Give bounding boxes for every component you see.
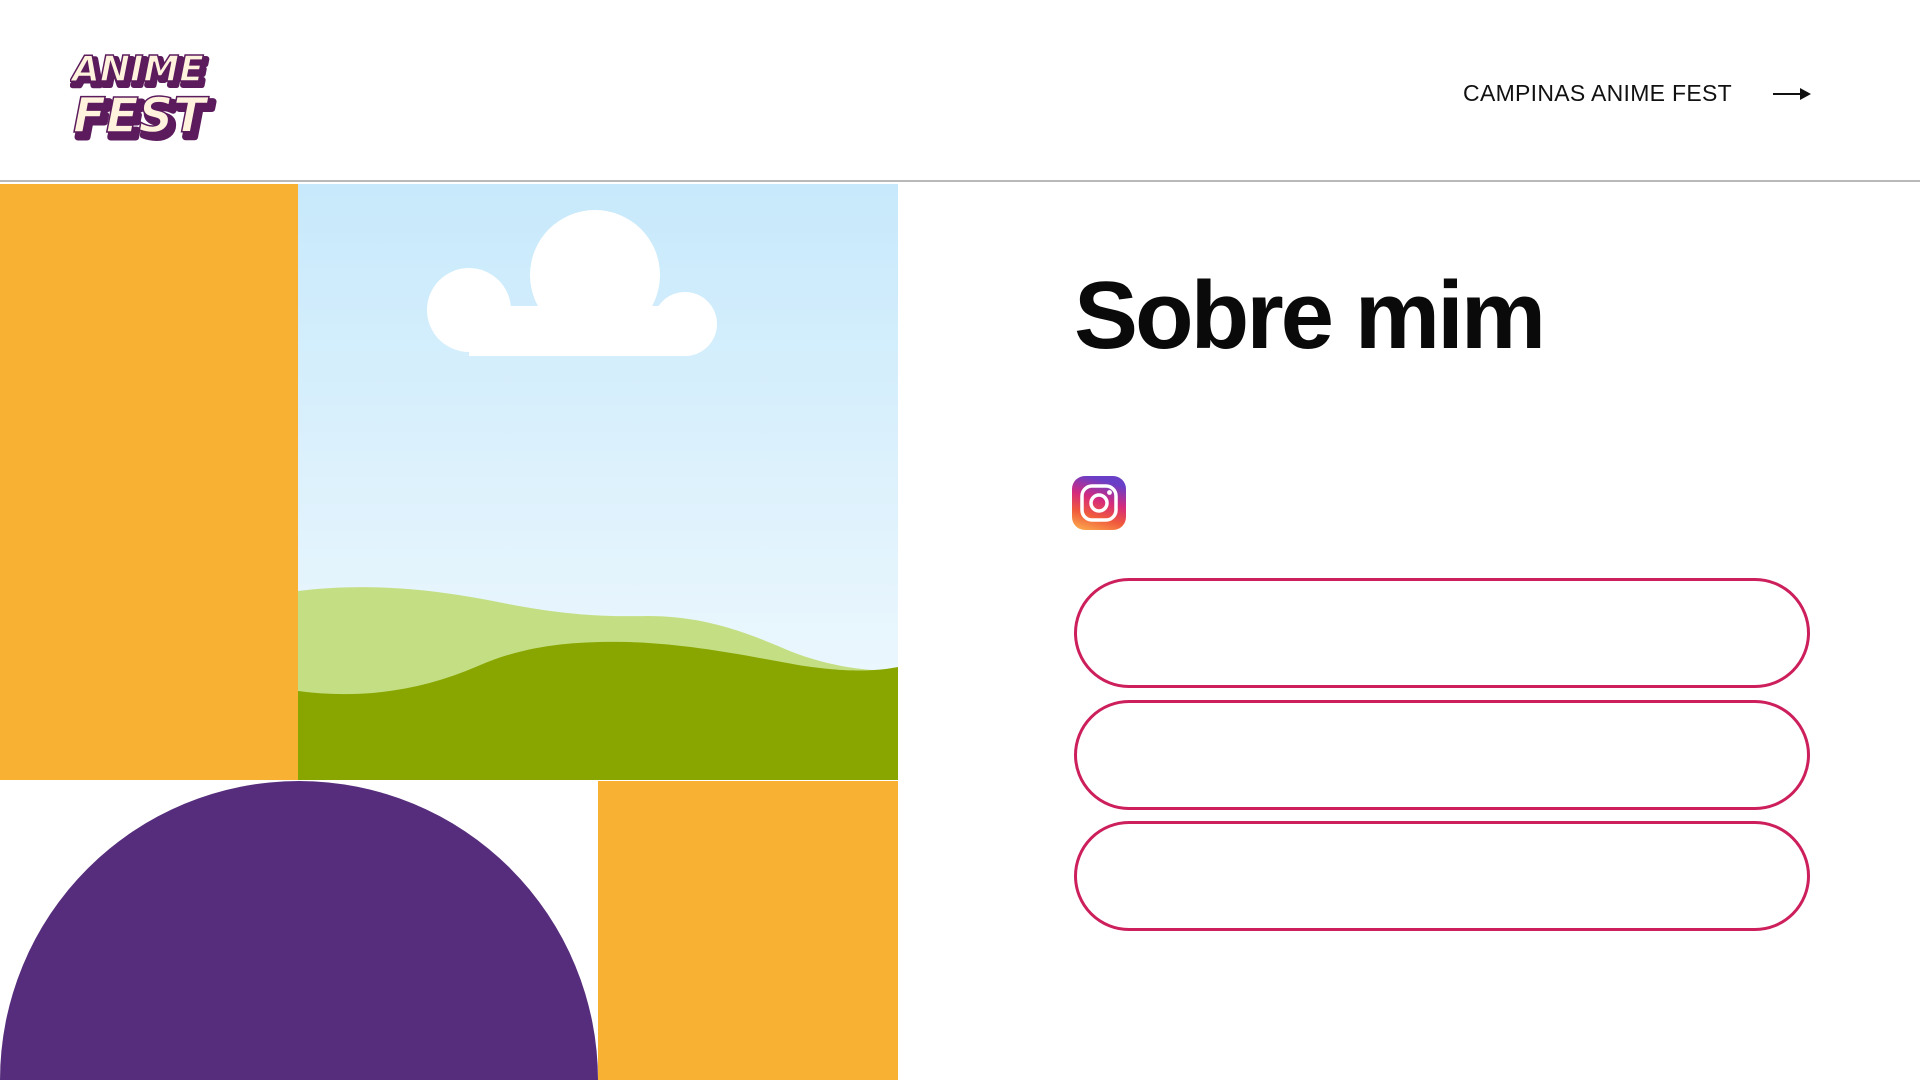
- instagram-icon[interactable]: [1072, 476, 1126, 530]
- page-title: Sobre mim: [1074, 262, 1546, 369]
- orange-panel-right: [598, 781, 898, 1080]
- purple-half-circle: [0, 781, 598, 1080]
- link-button-2[interactable]: [1074, 700, 1810, 810]
- link-button-3[interactable]: [1074, 821, 1810, 931]
- logo-line1: ANIME: [70, 49, 204, 90]
- arrow-right-icon: [1773, 87, 1811, 100]
- nav-link-label: CAMPINAS ANIME FEST: [1463, 80, 1732, 106]
- campinas-anime-fest-link[interactable]: CAMPINAS ANIME FEST: [1463, 80, 1812, 107]
- logo-line2: FEST: [73, 88, 209, 142]
- link-button-1[interactable]: [1074, 578, 1810, 688]
- landscape-illustration: [298, 184, 898, 780]
- site-header: ANIME ANIME FEST FEST CAMPINAS ANIME FES…: [0, 0, 1920, 182]
- anime-fest-logo[interactable]: ANIME ANIME FEST FEST: [68, 46, 222, 152]
- logo-graphic: ANIME ANIME FEST FEST: [68, 48, 216, 152]
- orange-panel-left: [0, 184, 298, 780]
